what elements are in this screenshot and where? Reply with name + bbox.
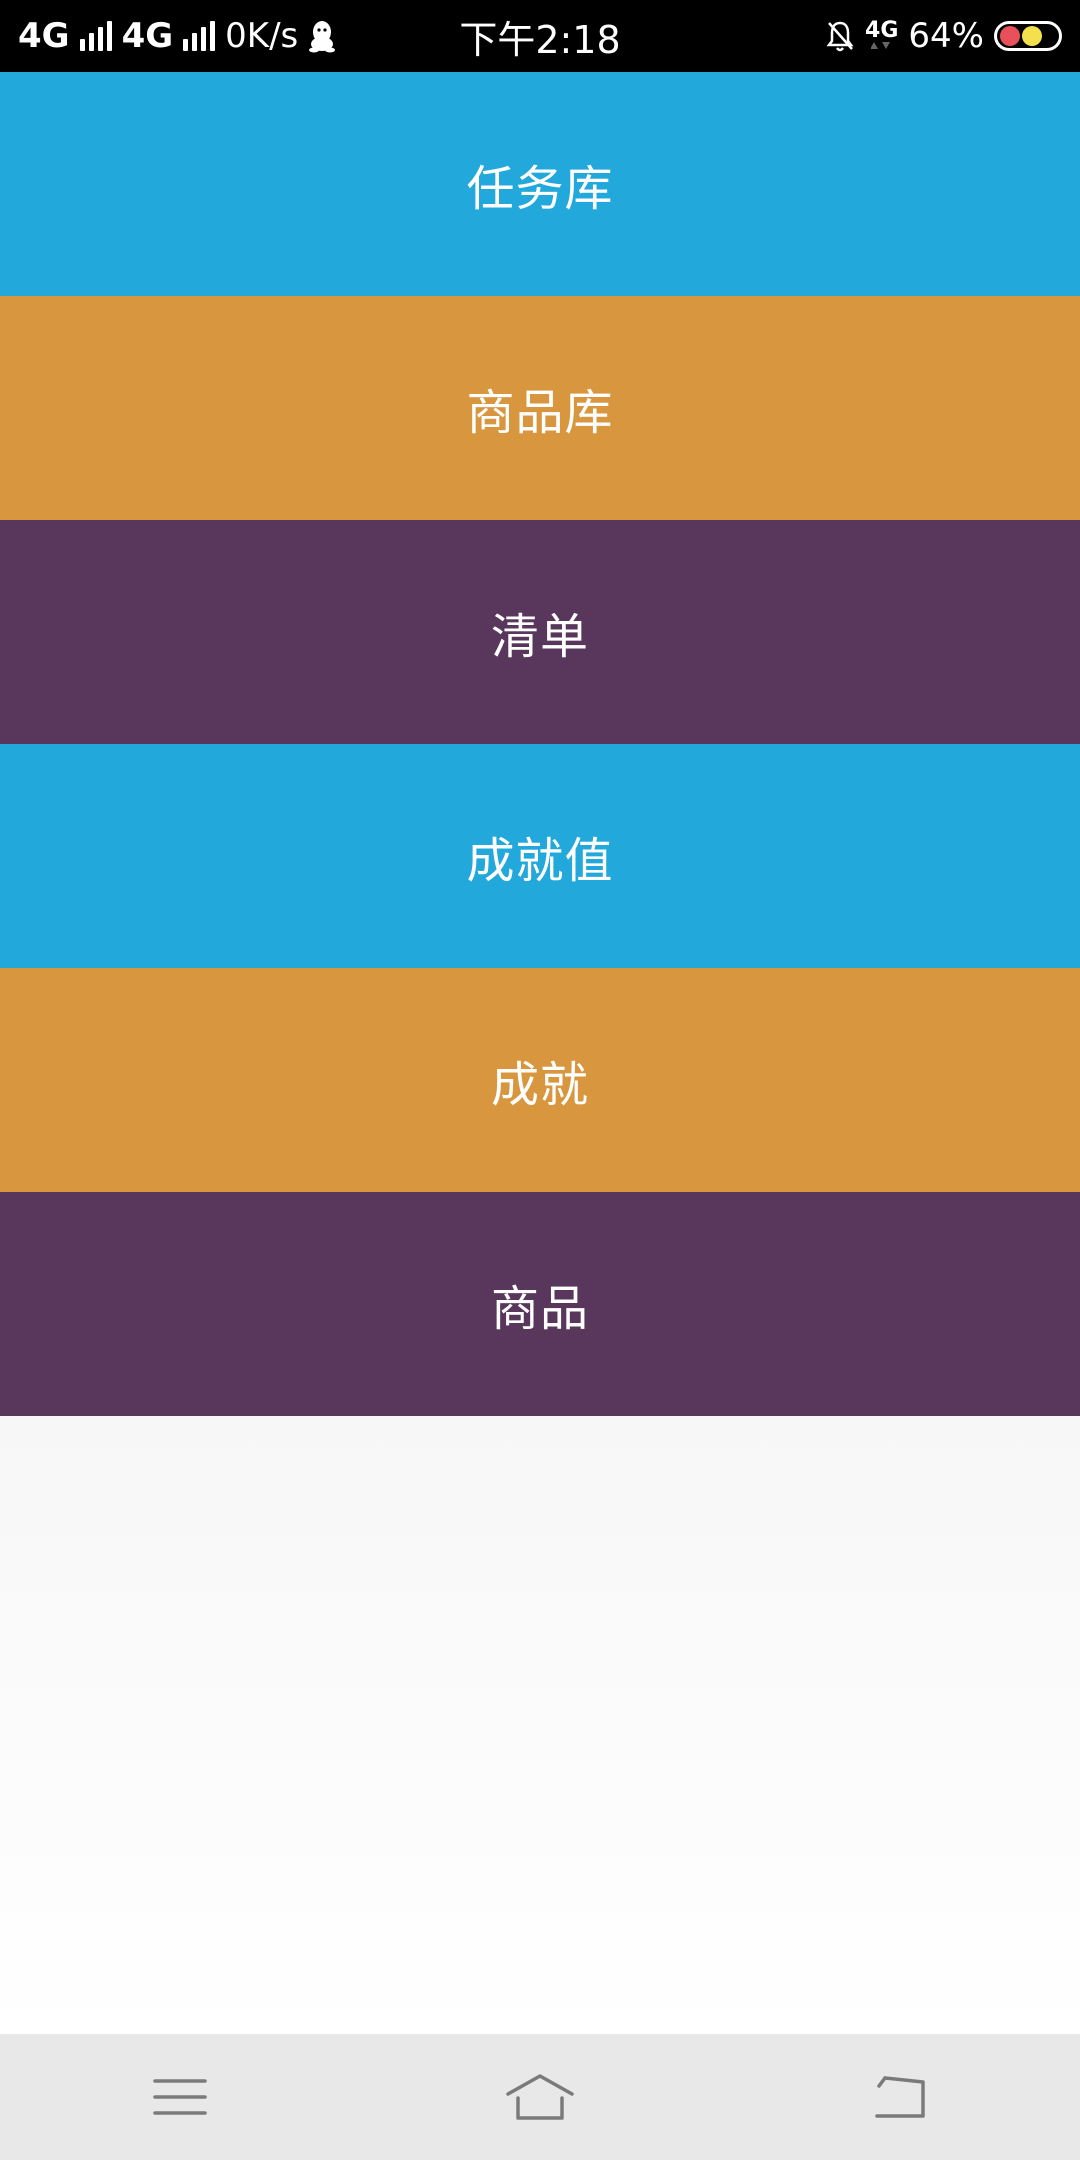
menu-label: 商品库 [466,385,614,441]
menu-button[interactable] [120,2057,240,2137]
menu-label: 成就值 [466,833,614,889]
network-speed: 0K/s [225,16,299,56]
qq-icon [308,19,336,53]
checklist-button[interactable]: 清单 [0,520,1080,744]
task-library-button[interactable]: 任务库 [0,72,1080,296]
menu-label: 成就 [490,1057,589,1113]
network-label-1: 4G [18,16,70,56]
home-button[interactable] [480,2057,600,2137]
menu-label: 清单 [490,609,589,665]
signal-icon [183,21,216,51]
menu-label: 商品 [490,1281,589,1337]
status-left: 4G 4G 0K/s [18,16,336,56]
status-time: 下午2:18 [459,17,621,62]
bell-muted-icon [825,19,855,53]
battery-icon [994,21,1062,51]
product-library-button[interactable]: 商品库 [0,296,1080,520]
empty-area [0,1416,1080,2034]
signal-icon [79,21,112,51]
back-icon [875,2076,925,2118]
navigation-bar [0,2034,1080,2160]
home-icon [506,2074,574,2120]
menu-label: 任务库 [466,161,614,217]
back-button[interactable] [840,2057,960,2137]
achievements-button[interactable]: 成就 [0,968,1080,1192]
menu-icon [153,2079,207,2115]
network-label-2: 4G [121,16,174,56]
achievement-points-button[interactable]: 成就值 [0,744,1080,968]
status-bar: 4G 4G 0K/s 下午2:18 4G 64% [0,0,1080,72]
products-button[interactable]: 商品 [0,1192,1080,1416]
status-right: 4G 64% [825,16,1062,56]
battery-percent: 64% [908,16,984,56]
menu-list: 任务库 商品库 清单 成就值 成就 商品 [0,72,1080,1416]
data-4g-icon: 4G [865,20,898,52]
